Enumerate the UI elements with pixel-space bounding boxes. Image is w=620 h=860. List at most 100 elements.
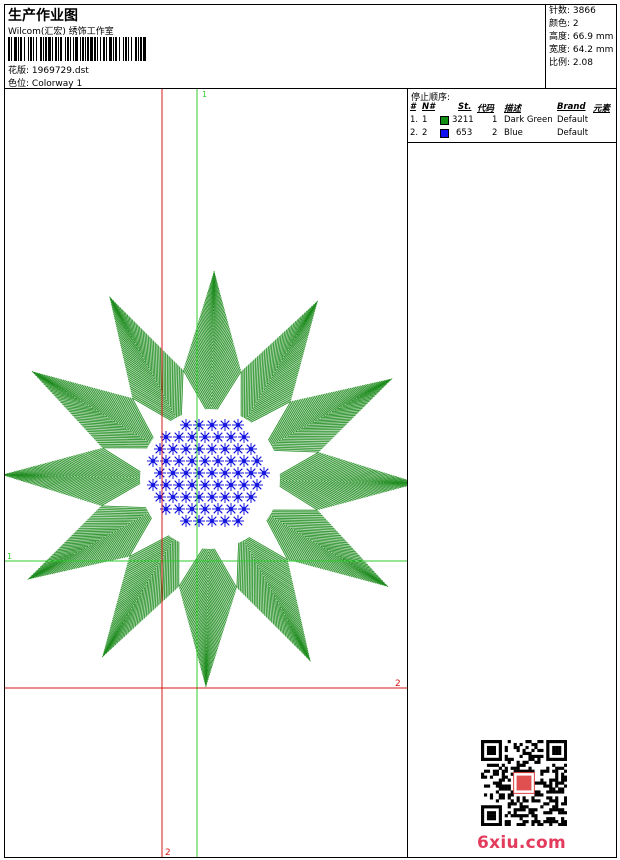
qr-module bbox=[507, 802, 511, 806]
qr-module bbox=[481, 820, 485, 824]
blue-star-center bbox=[171, 447, 175, 451]
qr-module bbox=[492, 763, 497, 767]
qr-module bbox=[498, 811, 502, 815]
qr-module bbox=[481, 748, 485, 753]
col-st-header: St. bbox=[458, 102, 472, 112]
blue-star-center bbox=[158, 495, 162, 499]
blue-star-center bbox=[255, 483, 259, 487]
qr-module bbox=[483, 784, 488, 788]
color-swatch bbox=[440, 129, 449, 138]
qr-module bbox=[552, 799, 556, 803]
qr-module bbox=[552, 751, 556, 756]
qr-module bbox=[555, 781, 559, 785]
row-brand: Default bbox=[557, 115, 589, 125]
qr-module bbox=[522, 808, 526, 812]
qr-module bbox=[525, 805, 529, 809]
barcode-bar bbox=[45, 37, 47, 61]
qr-module bbox=[519, 742, 523, 747]
blue-star-center bbox=[184, 423, 188, 427]
blue-star-center bbox=[197, 471, 201, 475]
barcode-bar bbox=[33, 37, 34, 61]
table-row: 2. 2 653 2 Blue Default bbox=[410, 128, 616, 141]
qr-module bbox=[481, 742, 485, 747]
barcode-bar bbox=[119, 37, 120, 61]
blue-star-center bbox=[223, 495, 227, 499]
qr-module bbox=[495, 763, 499, 767]
green-star-petals bbox=[5, 271, 407, 687]
barcode-bar bbox=[14, 37, 17, 61]
qr-module bbox=[492, 781, 497, 785]
qr-module bbox=[486, 740, 491, 744]
qr-module bbox=[481, 817, 485, 821]
qr-module bbox=[481, 775, 485, 779]
blue-star-center bbox=[249, 471, 253, 475]
qr-module bbox=[481, 740, 485, 744]
qr-module bbox=[555, 751, 559, 756]
qr-module bbox=[564, 811, 567, 815]
blue-star-center bbox=[229, 483, 233, 487]
qr-module bbox=[531, 754, 535, 758]
barcode-bar bbox=[125, 37, 127, 61]
qr-seal-mark bbox=[516, 775, 532, 791]
blue-star-center bbox=[151, 459, 155, 463]
qr-module bbox=[498, 796, 502, 800]
qr-module bbox=[495, 784, 499, 788]
qr-module bbox=[504, 787, 508, 791]
qr-module bbox=[558, 745, 562, 750]
blue-star-center bbox=[164, 459, 168, 463]
qr-module bbox=[481, 772, 485, 776]
qr-module bbox=[552, 745, 556, 750]
qr-module bbox=[501, 796, 505, 800]
qr-module bbox=[507, 778, 511, 782]
barcode-bar bbox=[123, 37, 124, 61]
barcode-bar bbox=[70, 37, 71, 61]
qr-module bbox=[555, 805, 559, 809]
qr-module bbox=[561, 757, 565, 761]
qr-module bbox=[558, 748, 562, 753]
qr-module bbox=[546, 751, 550, 756]
blue-star-center bbox=[203, 507, 207, 511]
qr-module bbox=[483, 793, 488, 797]
qr-module bbox=[492, 751, 497, 756]
qr-module bbox=[534, 745, 538, 750]
qr-module bbox=[552, 763, 556, 767]
qr-module bbox=[564, 757, 567, 761]
pattern-label: 花版: bbox=[8, 66, 30, 76]
blue-star-center bbox=[210, 519, 214, 523]
star-petal bbox=[5, 447, 151, 506]
qr-module bbox=[564, 802, 567, 806]
qr-module bbox=[486, 814, 491, 818]
qr-module bbox=[492, 823, 497, 826]
qr-module bbox=[501, 787, 505, 791]
blue-star-center bbox=[216, 507, 220, 511]
qr-module bbox=[507, 760, 511, 764]
qr-module bbox=[528, 757, 532, 761]
qr-module bbox=[519, 814, 523, 818]
qr-module bbox=[549, 808, 553, 812]
qr-module bbox=[540, 748, 544, 753]
blue-star-center bbox=[197, 519, 201, 523]
barcode-bar bbox=[28, 37, 29, 61]
blue-star-center bbox=[203, 435, 207, 439]
qr-module bbox=[549, 757, 553, 761]
blue-star-center bbox=[177, 435, 181, 439]
table-row: 1. 1 3211 1 Dark Green Default bbox=[410, 115, 616, 128]
qr-module bbox=[564, 778, 567, 782]
qr-module bbox=[561, 790, 565, 794]
qr-module bbox=[483, 823, 488, 826]
qr-module bbox=[540, 793, 544, 797]
qr-module bbox=[525, 799, 529, 803]
qr-module bbox=[558, 787, 562, 791]
barcode-bar bbox=[143, 37, 146, 61]
qr-module bbox=[555, 772, 559, 776]
qr-module bbox=[555, 745, 559, 750]
qr-module bbox=[564, 769, 567, 773]
qr-module bbox=[507, 787, 511, 791]
qr-module bbox=[558, 757, 562, 761]
qr-module bbox=[501, 778, 505, 782]
qr-module bbox=[555, 778, 559, 782]
colorway-label: 色位: bbox=[8, 79, 30, 89]
qr-module bbox=[546, 820, 550, 824]
blue-star-center bbox=[197, 495, 201, 499]
qr-module bbox=[516, 763, 520, 767]
